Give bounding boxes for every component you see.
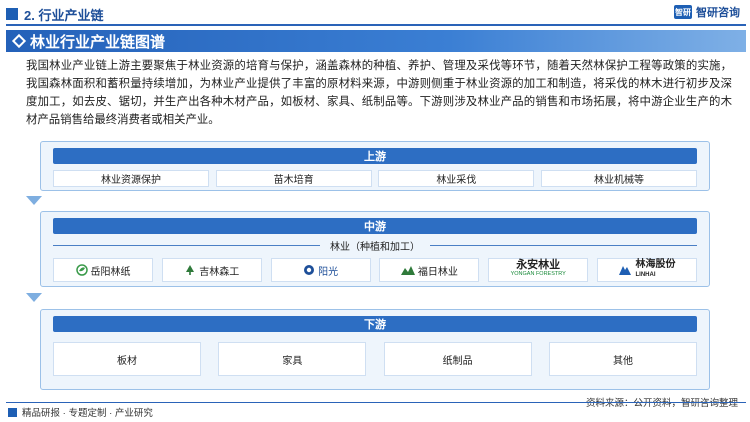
company-name-stack: 林海股份 LINHAI bbox=[635, 260, 675, 280]
company-logo: 福日林业 bbox=[379, 258, 480, 282]
company-logo: 永安林业 YONGAN FORESTRY bbox=[488, 258, 589, 282]
diamond-icon bbox=[11, 33, 27, 49]
footer-divider bbox=[6, 402, 746, 403]
intro-paragraph: 我国林业产业链上游主要聚焦于林业资源的培育与保护，涵盖森林的种植、养护、管理及采… bbox=[26, 60, 732, 126]
upstream-bar: 上游 bbox=[53, 148, 697, 164]
brand-name: 智研咨询 bbox=[696, 7, 740, 19]
footer-text: 精品研报 · 专题定制 · 产业研究 bbox=[22, 408, 153, 419]
company-logos: 岳阳林纸 吉林森工 阳光 福日林业 永安林业 YONGAN FORESTRY 林… bbox=[53, 258, 697, 282]
divider-line bbox=[53, 244, 320, 246]
midstream-bar: 中游 bbox=[53, 218, 697, 234]
midstream-subheader: 林业（种植和加工） bbox=[53, 239, 697, 253]
upstream-items: 林业资源保护 苗木培育 林业采伐 林业机械等 bbox=[53, 170, 697, 187]
upstream-item: 林业资源保护 bbox=[53, 170, 209, 187]
header-divider bbox=[6, 24, 746, 26]
upstream-panel: 上游 林业资源保护 苗木培育 林业采伐 林业机械等 bbox=[40, 141, 710, 191]
circle-logo-icon bbox=[304, 265, 315, 275]
downstream-items: 板材 家具 纸制品 其他 bbox=[53, 342, 697, 376]
down-arrow-icon bbox=[26, 293, 42, 302]
page-title: 林业行业产业链图谱 bbox=[30, 33, 166, 51]
company-logo: 阳光 bbox=[270, 258, 371, 282]
company-name: 林海股份 bbox=[635, 259, 676, 270]
down-arrow-icon bbox=[26, 196, 42, 205]
tree-logo-icon bbox=[186, 265, 195, 275]
company-sub-name: LINHAI bbox=[635, 272, 656, 278]
footer-square-icon bbox=[8, 407, 17, 417]
company-logo: 岳阳林纸 bbox=[53, 258, 153, 282]
company-name: 吉林森工 bbox=[199, 266, 240, 278]
company-sub-name: YONGAN FORESTRY bbox=[510, 271, 566, 277]
upstream-item: 苗木培育 bbox=[215, 170, 372, 187]
downstream-bar: 下游 bbox=[53, 316, 697, 332]
downstream-item: 板材 bbox=[53, 342, 201, 376]
downstream-panel: 下游 板材 家具 纸制品 其他 bbox=[40, 309, 710, 390]
title-bar: 林业行业产业链图谱 bbox=[6, 30, 746, 52]
footer-tagline: 精品研报 · 专题定制 · 产业研究 bbox=[8, 405, 153, 419]
divider-line bbox=[430, 244, 697, 246]
upstream-item: 林业机械等 bbox=[540, 170, 697, 187]
company-name: 阳光 bbox=[318, 266, 339, 278]
downstream-item: 家具 bbox=[218, 342, 367, 376]
company-name: 永安林业 bbox=[516, 259, 561, 271]
upstream-item: 林业采伐 bbox=[378, 170, 535, 187]
brand: 智研 智研咨询 bbox=[674, 4, 740, 20]
section-title: 2. 行业产业链 bbox=[24, 7, 104, 23]
downstream-item: 纸制品 bbox=[383, 342, 532, 376]
company-logo: 吉林森工 bbox=[161, 258, 262, 282]
linhai-logo-icon bbox=[619, 266, 632, 275]
company-name: 岳阳林纸 bbox=[90, 266, 131, 278]
company-name: 福日林业 bbox=[417, 266, 458, 278]
leaf-logo-icon bbox=[75, 264, 88, 276]
brand-logo-icon: 智研 bbox=[674, 5, 692, 19]
section-header: 2. 行业产业链 bbox=[6, 6, 104, 23]
mountain-logo-icon bbox=[400, 265, 415, 275]
section-square-icon bbox=[6, 8, 18, 20]
midstream-panel: 中游 林业（种植和加工） 岳阳林纸 吉林森工 阳光 福日林业 永安林业 YONG… bbox=[40, 211, 710, 287]
midstream-sub-label: 林业（种植和加工） bbox=[330, 241, 420, 253]
downstream-item: 其他 bbox=[548, 342, 697, 376]
company-logo: 林海股份 LINHAI bbox=[596, 258, 697, 282]
